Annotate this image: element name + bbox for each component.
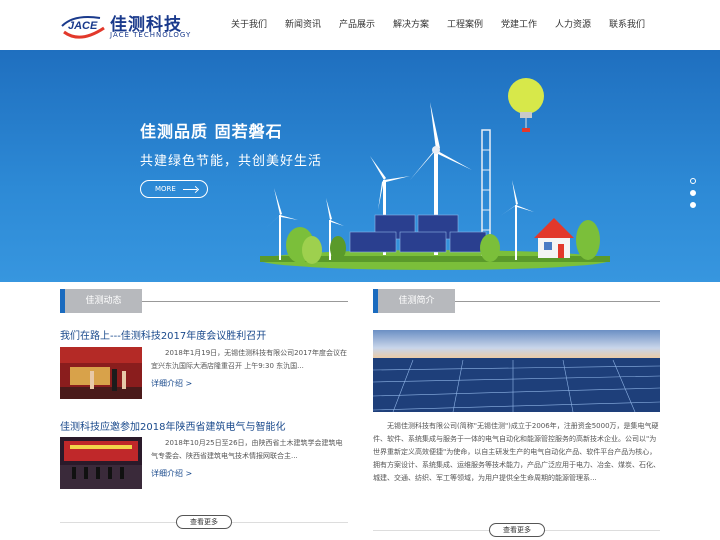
news-item-1-detail-link[interactable]: 详细介绍 > [151, 378, 192, 389]
site-header: JACE 佳测科技 JACE TECHNOLOGY 关于我们 新闻资讯 产品展示… [0, 0, 720, 50]
nav-party[interactable]: 党建工作 [492, 0, 546, 50]
nav-cases[interactable]: 工程案例 [438, 0, 492, 50]
logo-english-name: JACE TECHNOLOGY [110, 31, 192, 39]
news-item-2-title[interactable]: 佳测科技应邀参加2018年陕西省建筑电气与智能化 [60, 418, 285, 433]
slide-dot-3[interactable] [690, 202, 696, 208]
news-item-1-summary: 2018年1月19日，无锡佳测科技有限公司2017年度会议在宜兴东氿国际大酒店隆… [151, 349, 347, 370]
green-energy-illustration [260, 78, 610, 270]
intro-see-more-button[interactable]: 查看更多 [489, 523, 545, 537]
nav-contact[interactable]: 联系我们 [600, 0, 654, 50]
nav-solutions[interactable]: 解决方案 [384, 0, 438, 50]
nav-news[interactable]: 新闻资讯 [276, 0, 330, 50]
svg-text:JACE: JACE [68, 20, 98, 32]
news-item-2-detail-link[interactable]: 详细介绍 > [151, 468, 192, 479]
divider [142, 301, 348, 302]
nav-about[interactable]: 关于我们 [222, 0, 276, 50]
news-item-1-title[interactable]: 我们在路上---佳测科技2017年度会议胜利召开 [60, 327, 266, 342]
news-see-more-button[interactable]: 查看更多 [176, 515, 232, 529]
divider [455, 301, 660, 302]
logo[interactable]: JACE 佳测科技 JACE TECHNOLOGY [60, 8, 190, 42]
news-item-2-image[interactable] [60, 437, 142, 489]
news-section-header: 佳测动态 [60, 289, 348, 313]
slide-indicators [690, 178, 698, 218]
hero-banner[interactable]: 佳测品质 固若磐石 共建绿色节能，共创美好生活 MORE [0, 50, 720, 282]
logo-mark-icon: JACE [61, 16, 105, 39]
arrow-right-icon [183, 189, 197, 190]
solar-field-image [373, 330, 660, 412]
news-item-2-summary: 2018年10月25日至26日，由陕西省土木建筑学会建筑电气专委会、陕西省建筑电… [151, 439, 343, 460]
more-label: MORE [155, 185, 176, 193]
news-section-title[interactable]: 佳测动态 [60, 289, 142, 313]
main-nav: 关于我们 新闻资讯 产品展示 解决方案 工程案例 党建工作 人力资源 联系我们 [222, 0, 654, 50]
intro-section-header: 佳测简介 [373, 289, 660, 313]
slide-dot-2[interactable] [690, 190, 696, 196]
news-item-1-image[interactable] [60, 347, 142, 399]
banner-more-button[interactable]: MORE [140, 180, 208, 198]
intro-section-title[interactable]: 佳测简介 [373, 289, 455, 313]
nav-hr[interactable]: 人力资源 [546, 0, 600, 50]
nav-products[interactable]: 产品展示 [330, 0, 384, 50]
company-intro-text: 无锡佳测科技有限公司(简称"无锡佳测")成立于2006年，注册资金5000万，是… [373, 422, 660, 482]
slide-dot-1[interactable] [690, 178, 696, 184]
